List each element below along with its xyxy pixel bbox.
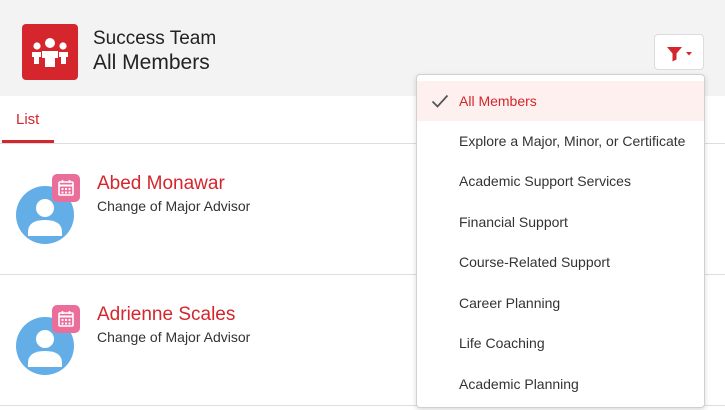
menu-item-all-members[interactable]: All Members bbox=[417, 81, 704, 121]
current-view-title: All Members bbox=[93, 51, 210, 74]
member-role: Change of Major Advisor bbox=[97, 329, 251, 345]
menu-item-label: Course-Related Support bbox=[459, 254, 610, 270]
menu-item-academic-planning[interactable]: Academic Planning bbox=[417, 364, 704, 404]
filter-dropdown-menu: All Members Explore a Major, Minor, or C… bbox=[416, 74, 705, 408]
calendar-icon[interactable] bbox=[52, 305, 80, 333]
menu-item-financial-support[interactable]: Financial Support bbox=[417, 202, 704, 242]
team-name: Success Team bbox=[93, 28, 217, 49]
filter-funnel-icon bbox=[667, 47, 682, 62]
menu-item-label: Financial Support bbox=[459, 214, 568, 230]
check-icon bbox=[431, 94, 449, 108]
menu-item-label: Explore a Major, Minor, or Certificate bbox=[459, 133, 686, 149]
member-name-link[interactable]: Adrienne Scales bbox=[97, 304, 235, 326]
menu-item-label: Academic Planning bbox=[459, 376, 579, 392]
menu-item-label: Career Planning bbox=[459, 295, 561, 311]
tab-list[interactable]: List bbox=[2, 96, 54, 143]
tab-list-label: List bbox=[16, 111, 40, 128]
member-role: Change of Major Advisor bbox=[97, 198, 251, 214]
menu-item-label: All Members bbox=[459, 93, 537, 109]
menu-item-life-coaching[interactable]: Life Coaching bbox=[417, 323, 704, 363]
menu-item-label: Life Coaching bbox=[459, 335, 545, 351]
menu-item-course-related-support[interactable]: Course-Related Support bbox=[417, 242, 704, 282]
calendar-icon[interactable] bbox=[52, 174, 80, 202]
chevron-down-icon bbox=[686, 52, 692, 56]
menu-item-explore-major[interactable]: Explore a Major, Minor, or Certificate bbox=[417, 121, 704, 161]
menu-item-label: Academic Support Services bbox=[459, 173, 631, 189]
member-name-link[interactable]: Abed Monawar bbox=[97, 173, 225, 195]
menu-item-academic-support[interactable]: Academic Support Services bbox=[417, 161, 704, 201]
filter-button[interactable] bbox=[654, 34, 704, 70]
menu-item-career-planning[interactable]: Career Planning bbox=[417, 283, 704, 323]
team-people-icon bbox=[22, 24, 78, 80]
